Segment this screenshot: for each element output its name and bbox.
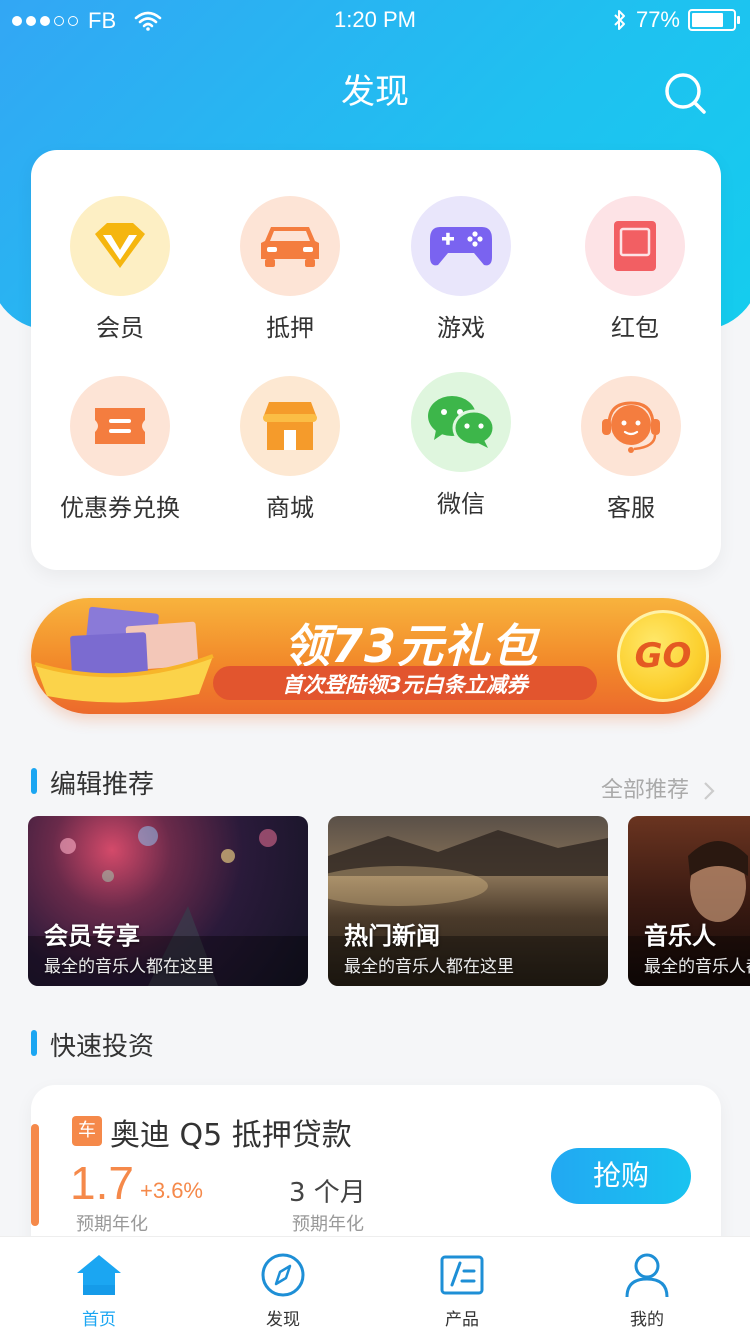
gamepad-icon (411, 196, 511, 296)
rate-label: 预期年化 (76, 1214, 148, 1235)
buy-button[interactable]: 抢购 (551, 1148, 691, 1204)
compass-icon (261, 1253, 305, 1297)
section-title-quick-invest: 快速投资 (50, 1032, 155, 1062)
product-rate-bonus: +3.6% (140, 1178, 203, 1203)
battery-percent: 77% (635, 7, 680, 32)
search-icon[interactable] (662, 70, 708, 116)
tab-home[interactable]: 首页 (39, 1237, 159, 1334)
recommend-card[interactable]: 热门新闻 最全的音乐人都在这里 (328, 816, 608, 986)
chevron-right-icon (704, 782, 715, 800)
tab-label: 产品 (445, 1310, 479, 1330)
car-icon (240, 196, 340, 296)
section-accent (31, 768, 37, 794)
tab-label: 首页 (82, 1310, 116, 1330)
see-all-recommendations-link[interactable]: 全部推荐 (601, 772, 716, 804)
recommend-card-subtitle: 最全的音乐人都在这里 (344, 957, 514, 977)
grid-label: 微信 (437, 490, 485, 518)
banner-subtitle: 首次登陆领3元白条立减券 (282, 673, 528, 697)
page-title: 发现 (341, 72, 409, 112)
profile-icon (625, 1253, 669, 1298)
bluetooth-icon (614, 10, 625, 30)
status-right: 77% (612, 7, 740, 33)
recommend-card[interactable]: 会员专享 最全的音乐人都在这里 (28, 816, 308, 986)
grid-item-coupon[interactable]: 优惠券兑换 (35, 376, 205, 523)
product-icon (440, 1255, 484, 1295)
term-label: 预期年化 (292, 1214, 364, 1235)
grid-item-red-envelope[interactable]: 红包 (550, 196, 720, 343)
recommend-card-subtitle: 最全的音乐人都在这里 (644, 957, 750, 977)
grid-item-shop[interactable]: 商城 (205, 376, 375, 523)
recommend-card-title: 会员专享 (44, 922, 140, 950)
grid-item-wechat[interactable]: 微信 (376, 372, 546, 519)
battery-icon (688, 9, 740, 31)
invest-accent-bar (31, 1124, 39, 1226)
vip-diamond-icon (70, 196, 170, 296)
home-icon (77, 1255, 121, 1295)
feature-grid: 会员 抵押 游戏 红包 优惠券兑换 商城 微信 客服 (31, 150, 721, 570)
status-bar: FB 1:20 PM 77% (0, 0, 750, 40)
tab-bar: 首页 发现 产品 我的 (0, 1236, 750, 1334)
tab-products[interactable]: 产品 (402, 1237, 522, 1334)
promo-banner[interactable]: 领73元礼包 首次登陆领3元白条立减券 GO (31, 598, 721, 714)
grid-item-mortgage[interactable]: 抵押 (205, 196, 375, 343)
go-button[interactable]: GO (617, 610, 709, 702)
grid-label: 客服 (607, 494, 655, 522)
recommend-card-title: 热门新闻 (344, 922, 440, 950)
grid-label: 红包 (611, 314, 659, 342)
coupon-icon (70, 376, 170, 476)
recommend-card-subtitle: 最全的音乐人都在这里 (44, 957, 214, 977)
grid-label: 优惠券兑换 (60, 494, 180, 522)
tab-profile[interactable]: 我的 (587, 1237, 707, 1334)
customer-service-icon (581, 376, 681, 476)
product-term: 3 个月 (289, 1178, 366, 1208)
section-accent (31, 1030, 37, 1056)
see-all-label: 全部推荐 (601, 778, 690, 803)
grid-label: 会员 (96, 314, 144, 342)
tab-label: 发现 (266, 1310, 300, 1330)
grid-label: 商城 (266, 494, 314, 522)
recommend-card-title: 音乐人 (644, 922, 716, 950)
grid-label: 游戏 (437, 314, 485, 342)
section-title-editor-picks: 编辑推荐 (50, 770, 155, 800)
product-rate: 1.7 (70, 1157, 134, 1209)
tab-discover[interactable]: 发现 (223, 1237, 343, 1334)
shop-icon (240, 376, 340, 476)
grid-item-games[interactable]: 游戏 (376, 196, 546, 343)
grid-label: 抵押 (266, 314, 314, 342)
red-envelope-icon (585, 196, 685, 296)
product-name: 奥迪 Q5 抵押贷款 (110, 1118, 352, 1153)
tab-label: 我的 (630, 1310, 664, 1330)
grid-item-customer-service[interactable]: 客服 (546, 376, 716, 523)
battery-fill (692, 13, 723, 27)
grid-item-vip[interactable]: 会员 (35, 196, 205, 343)
recommend-card[interactable]: 音乐人 最全的音乐人都在这里 (628, 816, 750, 986)
gift-coupons-illustration (34, 606, 214, 703)
wechat-icon (411, 372, 511, 472)
car-tag-badge: 车 (72, 1116, 102, 1146)
